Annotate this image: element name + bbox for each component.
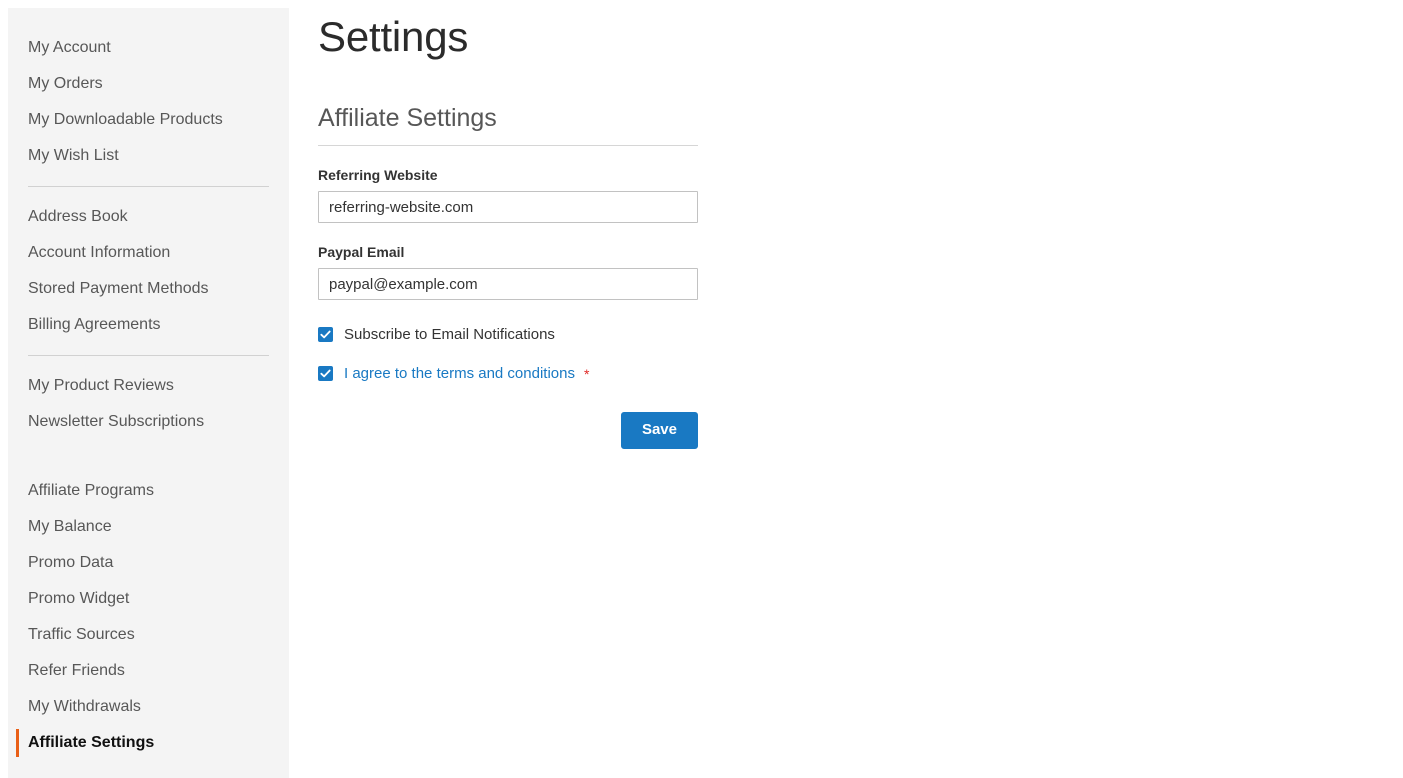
sidebar-item-label: Affiliate Programs xyxy=(28,482,154,499)
referring-website-input[interactable] xyxy=(318,191,698,224)
page-title: Settings xyxy=(318,13,469,60)
sidebar-item-label: My Account xyxy=(28,39,111,56)
sidebar-item-affiliate-programs[interactable]: Affiliate Programs xyxy=(8,473,289,509)
sidebar-item-label: My Withdrawals xyxy=(28,698,141,715)
checkbox-row-subscribe: Subscribe to Email Notifications xyxy=(318,326,1403,343)
checkbox-label-subscribe-email-notifications[interactable]: Subscribe to Email Notifications xyxy=(344,326,555,343)
sidebar-item-billing-agreements[interactable]: Billing Agreements xyxy=(8,307,289,343)
checkbox-subscribe-email-notifications[interactable] xyxy=(318,327,333,343)
sidebar-item-refer-friends[interactable]: Refer Friends xyxy=(8,653,289,689)
field-label-paypal-email: Paypal Email xyxy=(318,244,405,261)
sidebar-divider xyxy=(28,355,269,356)
sidebar-item-label: Address Book xyxy=(28,208,128,225)
sidebar-item-label: My Product Reviews xyxy=(28,377,174,394)
sidebar-item-affiliate-settings[interactable]: Affiliate Settings xyxy=(8,725,289,761)
sidebar-item-newsletter-subscriptions[interactable]: Newsletter Subscriptions xyxy=(8,404,289,440)
sidebar-item-my-downloadable-products[interactable]: My Downloadable Products xyxy=(8,102,289,138)
sidebar-item-my-balance[interactable]: My Balance xyxy=(8,509,289,545)
sidebar-item-label: My Wish List xyxy=(28,147,119,164)
sidebar-item-label: Account Information xyxy=(28,244,171,261)
sidebar-item-my-withdrawals[interactable]: My Withdrawals xyxy=(8,689,289,725)
sidebar-divider xyxy=(28,186,269,187)
paypal-email-input[interactable] xyxy=(318,268,698,301)
sidebar-item-label: Stored Payment Methods xyxy=(28,280,209,297)
section-legend: Affiliate Settings xyxy=(318,104,698,147)
sidebar-group-2: My Product Reviews Newsletter Subscriptio… xyxy=(8,368,289,440)
checkbox-label-agree-terms-conditions[interactable]: I agree to the terms and conditions xyxy=(344,365,575,382)
checkbox-row-terms: I agree to the terms and conditions * xyxy=(318,365,1403,382)
sidebar-item-label: My Balance xyxy=(28,518,112,535)
sidebar-group-0: My Account My Orders My Downloadable Produ… xyxy=(8,30,289,174)
sidebar-item-my-account[interactable]: My Account xyxy=(8,30,289,66)
sidebar-item-label: Refer Friends xyxy=(28,662,125,679)
sidebar-item-label: My Downloadable Products xyxy=(28,111,223,128)
sidebar-group-list: My Account My Orders My Downloadable Produ… xyxy=(8,30,289,761)
field-paypal-email: Paypal Email xyxy=(318,244,1403,301)
sidebar-group-1: Address Book Account Information Stored Pa… xyxy=(8,199,289,343)
sidebar-item-my-wish-list[interactable]: My Wish List xyxy=(8,138,289,174)
sidebar-item-promo-widget[interactable]: Promo Widget xyxy=(8,581,289,617)
sidebar-item-address-book[interactable]: Address Book xyxy=(8,199,289,235)
affiliate-settings-form: Referring Website Paypal Email Subscribe… xyxy=(318,167,1403,449)
page-root: My Account My Orders My Downloadable Produ… xyxy=(0,0,1403,778)
checkbox-agree-terms-conditions[interactable] xyxy=(318,366,333,382)
sidebar-item-my-product-reviews[interactable]: My Product Reviews xyxy=(8,368,289,404)
sidebar-group-3: Affiliate Programs My Balance Promo Data Pr… xyxy=(8,473,289,761)
sidebar-item-account-information[interactable]: Account Information xyxy=(8,235,289,271)
sidebar-item-label: My Orders xyxy=(28,75,103,92)
form-actions: Save xyxy=(318,412,698,449)
sidebar-item-label: Promo Widget xyxy=(28,590,130,607)
required-asterisk: * xyxy=(583,365,590,382)
sidebar-item-traffic-sources[interactable]: Traffic Sources xyxy=(8,617,289,653)
sidebar-item-label: Billing Agreements xyxy=(28,316,161,333)
account-sidebar-nav: My Account My Orders My Downloadable Produ… xyxy=(8,8,289,778)
main-content: Settings Affiliate Settings Referring We… xyxy=(318,0,1403,778)
sidebar-item-label: Promo Data xyxy=(28,554,114,571)
sidebar-item-label: Traffic Sources xyxy=(28,626,135,643)
sidebar-item-label: Newsletter Subscriptions xyxy=(28,413,205,430)
sidebar-item-label: Affiliate Settings xyxy=(28,734,155,751)
sidebar-item-stored-payment-methods[interactable]: Stored Payment Methods xyxy=(8,271,289,307)
field-label-referring-website: Referring Website xyxy=(318,167,438,184)
save-button[interactable]: Save xyxy=(620,412,698,449)
sidebar-item-my-orders[interactable]: My Orders xyxy=(8,66,289,102)
field-referring-website: Referring Website xyxy=(318,167,1403,224)
sidebar-item-promo-data[interactable]: Promo Data xyxy=(8,545,289,581)
